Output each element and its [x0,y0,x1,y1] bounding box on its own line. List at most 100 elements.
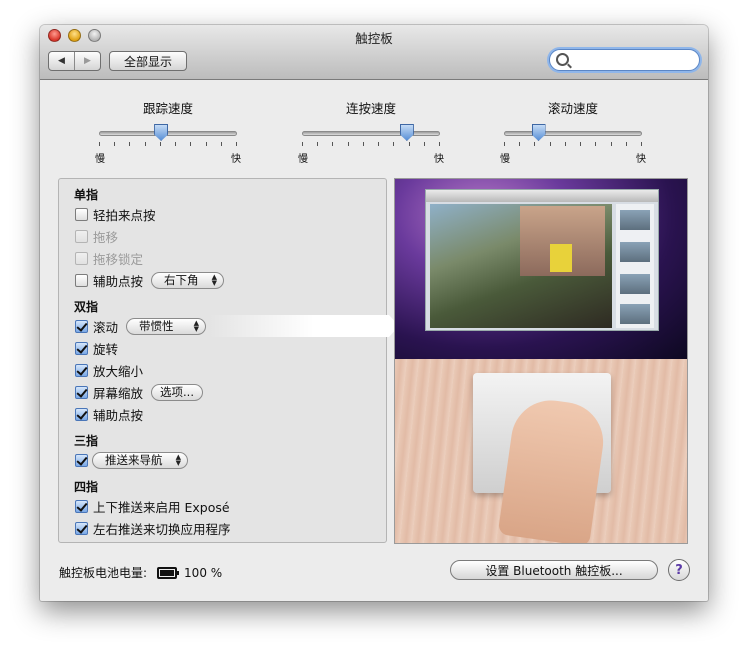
slider-tick [205,142,207,146]
slider-tick [129,142,131,146]
rotate-checkbox[interactable] [75,341,88,355]
secondary-click-corner-value: 右下角 [164,273,199,287]
scrolling-slow-label: 慢 [500,154,510,165]
slider-tick [534,142,536,146]
battery-label: 触控板电池电量: [59,566,148,580]
slider-tick [580,142,582,146]
drag-lock-checkbox [75,251,88,265]
zoom-label: 放大缩小 [93,363,144,379]
demo-photo [430,204,612,328]
forward-arrow-icon[interactable]: ▶ [74,52,100,70]
rotate-row[interactable]: 旋转 [75,339,118,357]
dragging-row: 拖移 [75,227,118,245]
battery-icon [157,566,180,579]
rotate-label: 旋转 [93,341,119,357]
two-fingers-heading: 双指 [74,300,99,314]
two-finger-secondary-click-checkbox[interactable] [75,407,88,421]
slider-tick [625,142,627,146]
scrolling-fast-label: 快 [636,154,646,165]
slider-tick [549,142,551,146]
double-click-speed-track[interactable] [302,131,440,136]
scrolling-speed-label: 滚动速度 [547,101,598,116]
scrolling-checkbox[interactable] [75,319,88,333]
dragging-checkbox [75,229,88,243]
screen-zoom-row[interactable]: 屏幕缩放 选项... [75,383,203,401]
expose-checkbox[interactable] [75,499,88,513]
window-title: 触控板 [355,31,393,46]
slider-tick [317,142,319,146]
tracking-speed-group: 跟踪速度 慢 快 [93,98,243,168]
setup-bluetooth-trackpad-button[interactable]: 设置 Bluetooth 触控板... [450,560,658,580]
two-finger-secondary-click-label: 辅助点按 [93,407,144,423]
tap-to-click-row[interactable]: 轻拍来点按 [75,205,156,223]
app-switch-checkbox[interactable] [75,521,88,535]
slider-tick [332,142,334,146]
slider-tick [99,142,100,146]
popup-arrows-icon: ▲ ▼ [175,453,181,467]
expose-row[interactable]: 上下推送来启用 Exposé [75,497,230,515]
three-finger-swipe-checkbox[interactable] [75,453,88,467]
tracking-speed-thumb[interactable] [154,124,169,141]
double-click-speed-ticks [302,142,440,147]
tracking-fast-label: 快 [231,154,241,165]
gesture-options-panel: 单指 轻拍来点按 拖移 拖移锁定 辅助点按 右下角 ▲▼ 双指 滚动 带惯性 [58,178,399,543]
slider-tick [144,142,146,146]
demo-thumbnail [620,274,650,294]
screen-zoom-label: 屏幕缩放 [93,385,144,401]
app-switch-row[interactable]: 左右推送来切换应用程序 [75,519,231,537]
demo-app-window [425,189,659,331]
search-icon [556,53,569,66]
scrolling-speed-track[interactable] [504,131,642,136]
double-click-speed-label: 连按速度 [345,101,396,116]
double-click-fast-label: 快 [434,154,444,165]
slider-tick [519,142,521,146]
double-click-slow-label: 慢 [298,154,308,165]
demo-thumbnail [620,210,650,230]
help-button[interactable]: ? [668,559,690,581]
screen-zoom-options-button[interactable]: 选项... [151,383,203,401]
zoom-row[interactable]: 放大缩小 [75,361,143,379]
search-field[interactable] [549,49,700,71]
scrolling-speed-thumb[interactable] [531,124,546,141]
secondary-click-corner-popup[interactable]: 右下角 ▲ ▼ [151,271,225,289]
one-finger-secondary-click-row[interactable]: 辅助点按 右下角 ▲ ▼ [75,271,225,289]
popup-arrows-icon: ▲ ▼ [193,319,200,333]
four-fingers-heading: 四指 [74,480,99,494]
double-click-speed-thumb[interactable] [399,124,414,141]
slider-tick [190,142,192,146]
popup-arrows-icon: ▲ ▼ [211,273,218,287]
drag-lock-row: 拖移锁定 [75,249,143,267]
slider-tick [378,142,380,146]
three-fingers-heading: 三指 [74,434,99,448]
one-finger-secondary-click-checkbox[interactable] [75,273,88,287]
selected-gesture-highlight [209,315,399,337]
slider-tick [423,142,425,146]
slider-tick [564,142,566,146]
screen-zoom-checkbox[interactable] [75,385,88,399]
zoom-checkbox[interactable] [75,363,88,377]
three-finger-swipe-row[interactable]: 推送来导航 ▲ ▼ [75,451,188,469]
one-finger-secondary-click-label: 辅助点按 [93,273,144,289]
tracking-slow-label: 慢 [95,154,105,165]
scrolling-speed-group: 滚动速度 慢 快 [498,98,648,168]
scrolling-label: 滚动 [93,319,119,335]
tap-to-click-label: 轻拍来点按 [93,207,156,223]
demo-thumbnail-strip [616,204,654,328]
scrolling-inertia-popup[interactable]: 带惯性 ▲ ▼ [126,317,207,335]
desktop-preview [395,179,687,359]
tracking-speed-label: 跟踪速度 [142,101,193,116]
tracking-speed-ticks [99,142,237,147]
back-arrow-icon[interactable]: ◀ [49,52,74,70]
scrolling-row[interactable]: 滚动 带惯性 ▲ ▼ [75,317,207,335]
slider-tick [362,142,364,146]
two-finger-secondary-click-row[interactable]: 辅助点按 [75,405,143,423]
three-finger-swipe-value: 推送来导航 [105,453,163,467]
scrolling-speed-ticks [504,142,642,147]
trackpad-demo-scene [395,359,687,543]
three-finger-swipe-popup[interactable]: 推送来导航 ▲ ▼ [92,451,188,469]
show-all-button[interactable]: 全部显示 [109,51,187,71]
tap-to-click-checkbox[interactable] [75,207,88,221]
slider-tick [220,142,222,146]
slider-tick [641,142,642,146]
slider-tick [610,142,612,146]
